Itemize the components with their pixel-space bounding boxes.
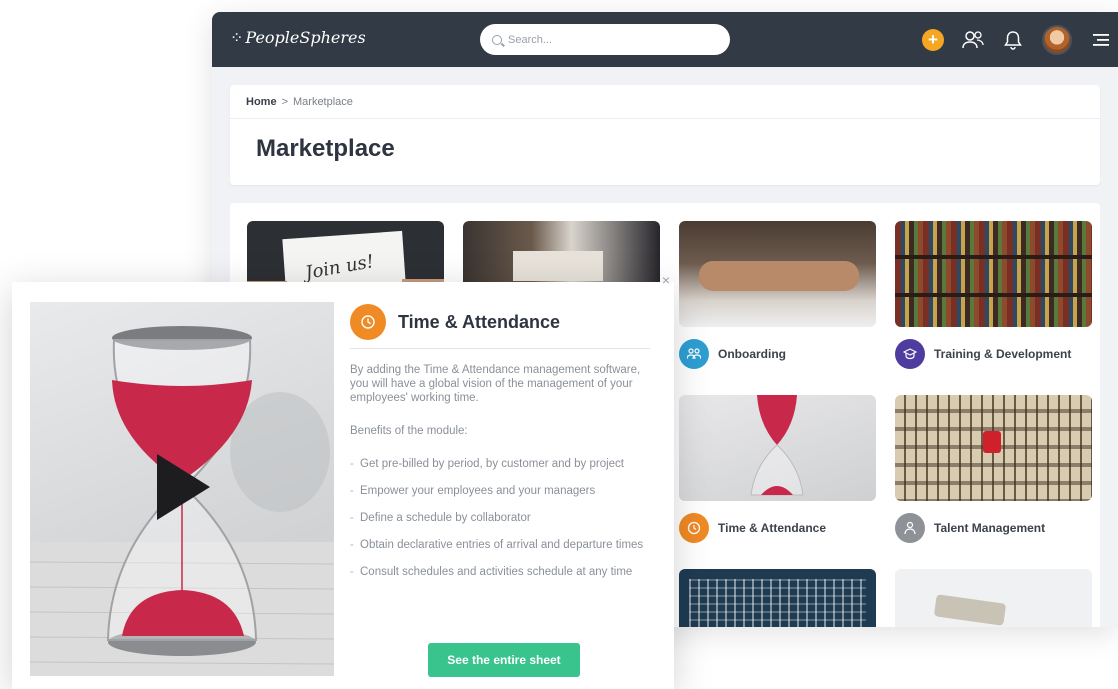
module-tile[interactable] [679,569,876,627]
tile-image [679,221,876,327]
benefits-list: Get pre-billed by period, by customer an… [350,457,650,579]
menu-icon[interactable] [1090,29,1112,51]
benefit-item: Define a schedule by collaborator [350,511,650,525]
tile-image [679,395,876,501]
search-box[interactable] [480,24,730,55]
benefit-item: Consult schedules and activities schedul… [350,565,650,579]
talent-icon [895,513,925,543]
tile-label: Time & Attendance [718,521,827,535]
tile-image [895,569,1092,627]
module-video-thumbnail[interactable] [30,302,334,676]
bell-icon[interactable] [1002,29,1024,51]
tile-training-development[interactable]: Training & Development [895,221,1092,369]
benefit-item: Empower your employees and your managers [350,484,650,498]
tile-time-attendance[interactable]: Time & Attendance [679,395,876,543]
brand-logo[interactable]: ⁘ PeopleSpheres [230,28,366,47]
breadcrumb-home[interactable]: Home [246,96,277,108]
top-bar: ⁘ PeopleSpheres + [212,12,1118,67]
benefits-heading: Benefits of the module: [350,425,468,437]
tile-label: Talent Management [934,521,1046,535]
module-tile[interactable] [895,569,1092,627]
tile-image [679,569,876,627]
tile-label: Training & Development [934,347,1072,361]
brand-name: PeopleSpheres [245,28,366,47]
breadcrumb: Home > Marketplace [230,85,1100,119]
benefit-item: Get pre-billed by period, by customer an… [350,457,650,471]
close-icon[interactable]: × [662,272,670,288]
clock-icon [679,513,709,543]
tile-label: Onboarding [718,347,786,361]
popup-header: Time & Attendance [350,304,650,349]
module-detail-popup: × Time & Attendance By adding the Time &… [12,272,674,689]
benefit-item: Obtain declarative entries of arrival an… [350,538,650,552]
onboarding-icon [679,339,709,369]
breadcrumb-current: Marketplace [293,96,353,108]
tile-talent-management[interactable]: Talent Management [895,395,1092,543]
avatar[interactable] [1042,25,1072,55]
clock-icon [350,304,386,340]
see-entire-sheet-button[interactable]: See the entire sheet [428,643,580,677]
tile-onboarding[interactable]: Onboarding [679,221,876,369]
breadcrumb-separator: > [281,96,288,108]
module-details: Time & Attendance By adding the Time & A… [350,304,650,592]
add-icon[interactable]: + [922,29,944,51]
page-header: Home > Marketplace Marketplace [230,85,1100,185]
top-actions: + [922,25,1112,55]
tile-image [895,395,1092,501]
users-icon[interactable] [962,29,984,51]
page-title: Marketplace [256,135,395,162]
logo-mark-icon: ⁘ [230,28,243,47]
popup-title: Time & Attendance [398,311,561,332]
tile-image [895,221,1092,327]
search-icon [492,34,502,45]
search-input[interactable] [508,33,708,46]
module-description: By adding the Time & Attendance manageme… [350,364,641,404]
graduation-icon [895,339,925,369]
